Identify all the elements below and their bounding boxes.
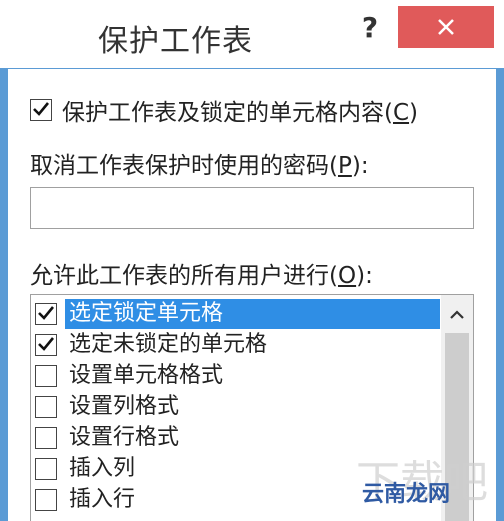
permission-label: 设置列格式 [69,394,180,419]
watermark-text: 云南龙网 [362,482,451,507]
permission-item[interactable]: 设置单元格格式 [35,361,440,391]
permission-checkbox[interactable] [35,458,57,480]
checkmark-icon [33,102,50,116]
dialog-frame-right [496,0,504,521]
password-label: 取消工作表保护时使用的密码(P): [30,153,369,179]
title-bar: 保护工作表 ? [0,0,504,68]
dialog-frame-left [0,0,8,521]
permission-item[interactable]: 设置列格式 [35,392,440,422]
permission-label: 选定未锁定的单元格 [69,332,268,357]
permission-item[interactable]: 选定锁定单元格 [35,299,440,329]
dialog-title: 保护工作表 [98,24,253,59]
permission-item[interactable]: 选定未锁定的单元格 [35,330,440,360]
permission-label: 插入行 [69,487,136,512]
permission-checkbox[interactable] [35,334,57,356]
permission-label: 插入列 [69,456,136,481]
permission-checkbox[interactable] [35,489,57,511]
close-icon [438,19,454,35]
close-button[interactable] [398,6,494,48]
permission-label: 设置行格式 [69,425,180,450]
permission-label: 选定锁定单元格 [65,299,440,329]
chevron-up-icon [450,310,464,319]
help-button[interactable]: ? [355,8,385,48]
permission-label: 设置单元格格式 [69,363,224,388]
allow-label: 允许此工作表的所有用户进行(O): [30,263,373,289]
permission-checkbox[interactable] [35,427,57,449]
allow-label-row: 允许此工作表的所有用户进行(O): [30,256,373,290]
protect-contents-checkbox[interactable] [30,99,52,121]
checkmark-icon [38,306,55,320]
password-input[interactable] [30,187,474,229]
protect-contents-label: 保护工作表及锁定的单元格内容(C) [62,100,419,126]
protect-contents-row[interactable]: 保护工作表及锁定的单元格内容(C) [30,93,418,127]
scroll-up-button[interactable] [441,301,473,329]
protect-sheet-dialog: 保护工作表 ? 保护工作表及锁定的单元格内容(C) 取消工作表保护时使用的密码(… [0,0,504,521]
permission-checkbox[interactable] [35,396,57,418]
password-label-row: 取消工作表保护时使用的密码(P): [30,146,369,180]
checkmark-icon [38,337,55,351]
permission-checkbox[interactable] [35,303,57,325]
title-divider [8,68,496,69]
permission-checkbox[interactable] [35,365,57,387]
